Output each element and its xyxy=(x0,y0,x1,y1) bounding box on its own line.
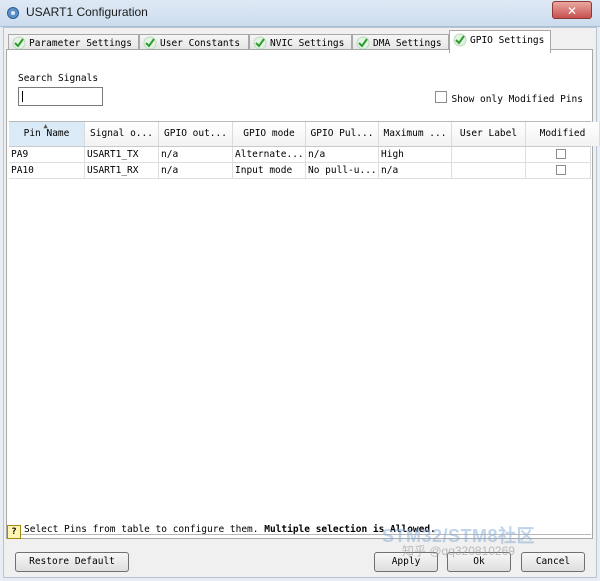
watermark-author-text: 知乎 @qq320810269 xyxy=(402,544,515,558)
text-caret xyxy=(22,91,23,102)
column-header-gpio-output[interactable]: GPIO out... xyxy=(159,122,233,146)
cell-pin-name: PA9 xyxy=(9,147,85,162)
show-modified-label: Show only Modified Pins xyxy=(451,94,583,105)
table-header: ▲ Pin Name Signal o... GPIO out... GPIO … xyxy=(9,122,600,147)
check-icon xyxy=(143,36,157,50)
column-header-signal[interactable]: Signal o... xyxy=(85,122,159,146)
column-label: GPIO out... xyxy=(164,128,227,139)
column-label: Maximum ... xyxy=(383,128,447,139)
pin-table: ▲ Pin Name Signal o... GPIO out... GPIO … xyxy=(9,121,600,535)
tab-label: DMA Settings xyxy=(373,38,442,49)
check-icon xyxy=(253,36,267,50)
cell-gpio-output: n/a xyxy=(159,147,233,162)
column-header-maximum-speed[interactable]: Maximum ... xyxy=(379,122,452,146)
cell-gpio-output: n/a xyxy=(159,163,233,178)
modified-checkbox[interactable] xyxy=(556,165,566,175)
column-header-user-label[interactable]: User Label xyxy=(452,122,526,146)
configuration-window: USART1 Configuration ✕ Parameter Setting… xyxy=(0,0,600,581)
cell-user-label[interactable] xyxy=(452,163,526,178)
window-title: USART1 Configuration xyxy=(26,5,148,19)
table-row[interactable]: PA10 USART1_RX n/a Input mode No pull-u.… xyxy=(9,163,591,179)
column-header-gpio-pull[interactable]: GPIO Pul... xyxy=(306,122,379,146)
cell-maximum-speed: High xyxy=(379,147,452,162)
cell-signal: USART1_TX xyxy=(85,147,159,162)
tab-gpio-settings[interactable]: GPIO Settings xyxy=(449,30,551,53)
restore-default-button[interactable]: Restore Default xyxy=(15,552,129,572)
cell-gpio-pull: n/a xyxy=(306,147,379,162)
cell-pin-name: PA10 xyxy=(9,163,85,178)
close-button[interactable]: ✕ xyxy=(552,1,592,19)
search-signals-label: Search Signals xyxy=(18,73,99,84)
tab-label: NVIC Settings xyxy=(270,38,345,49)
cell-modified xyxy=(526,147,591,162)
checkbox-box[interactable] xyxy=(435,91,448,103)
cell-modified xyxy=(526,163,591,178)
cell-user-label[interactable] xyxy=(452,147,526,162)
tab-label: User Constants xyxy=(160,38,241,49)
cell-gpio-mode: Input mode xyxy=(233,163,306,178)
column-header-modified[interactable]: Modified xyxy=(526,122,600,146)
show-modified-pins-checkbox[interactable]: Show only Modified Pins xyxy=(435,91,583,105)
column-label: User Label xyxy=(459,128,518,139)
column-label: GPIO Pul... xyxy=(310,128,374,139)
title-bar[interactable]: USART1 Configuration ✕ xyxy=(0,0,600,27)
cancel-button[interactable]: Cancel xyxy=(521,552,585,572)
check-icon xyxy=(453,33,467,47)
hint-bar: ? Select Pins from table to configure the… xyxy=(7,524,436,539)
cell-signal: USART1_RX xyxy=(85,163,159,178)
tab-label: GPIO Settings xyxy=(470,35,545,46)
cell-gpio-mode: Alternate... xyxy=(233,147,306,162)
app-gear-icon xyxy=(7,7,19,19)
hint-text: Select Pins from table to configure them… xyxy=(24,524,265,535)
check-icon xyxy=(12,36,26,50)
check-icon xyxy=(356,36,370,50)
modified-checkbox[interactable] xyxy=(556,149,566,159)
column-label: GPIO mode xyxy=(243,128,295,139)
table-row[interactable]: PA9 USART1_TX n/a Alternate... n/a High xyxy=(9,147,591,163)
cell-maximum-speed: n/a xyxy=(379,163,452,178)
column-header-pin-name[interactable]: ▲ Pin Name xyxy=(9,122,85,146)
search-signals-input[interactable] xyxy=(18,87,103,106)
column-label: Modified xyxy=(539,128,586,139)
gpio-settings-panel: Search Signals Show only Modified Pins ▲… xyxy=(6,49,600,539)
cell-gpio-pull: No pull-u... xyxy=(306,163,379,178)
help-question-icon: ? xyxy=(7,525,21,539)
column-label: Signal o... xyxy=(90,128,153,139)
dialog-body: Parameter Settings User Constants NVIC S… xyxy=(3,27,600,578)
column-header-gpio-mode[interactable]: GPIO mode xyxy=(233,122,306,146)
tab-label: Parameter Settings xyxy=(29,38,132,49)
sort-ascending-icon: ▲ xyxy=(43,122,48,130)
